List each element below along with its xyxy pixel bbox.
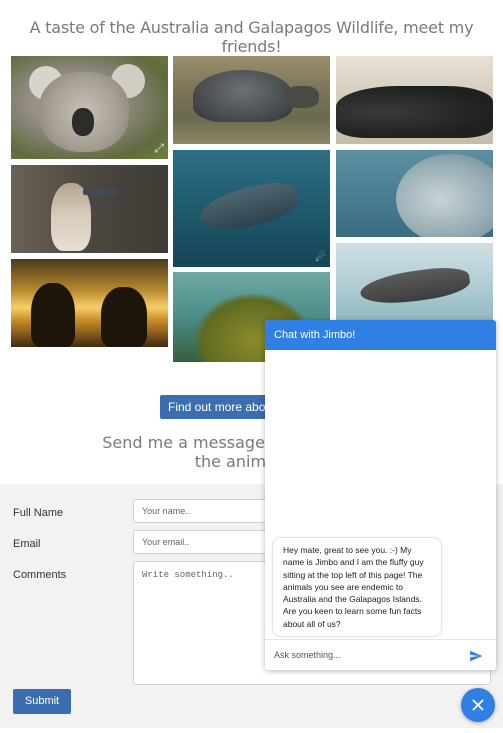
chat-input[interactable]: Ask something... xyxy=(274,640,341,670)
chat-close-button[interactable] xyxy=(461,688,495,722)
photo-manta-ray[interactable] xyxy=(336,150,493,237)
comments-label: Comments xyxy=(13,569,67,581)
chat-header: Chat with Jimbo! xyxy=(265,320,496,350)
submit-button[interactable]: Submit xyxy=(13,689,71,714)
chat-input-bar: Ask something... xyxy=(265,639,496,670)
send-icon[interactable] xyxy=(469,649,483,663)
full-name-label: Full Name xyxy=(13,507,64,519)
photo-koala[interactable]: ⤢ xyxy=(11,56,168,159)
page-title: A taste of the Australia and Galapagos W… xyxy=(29,18,474,56)
photo-sea-lions-sunset[interactable] xyxy=(11,259,168,347)
photo-whale-shark[interactable]: ☄ xyxy=(173,150,330,267)
swimmer-icon: ☄ xyxy=(315,250,326,264)
photo-reef-shark[interactable] xyxy=(336,243,493,328)
chat-window: Chat with Jimbo! Hey mate, great to see … xyxy=(265,320,496,670)
close-icon xyxy=(472,699,484,711)
chat-message-bubble: Hey mate, great to see you. :-) My name … xyxy=(272,537,442,638)
expand-icon: ⤢ xyxy=(154,141,164,155)
email-label: Email xyxy=(13,538,41,550)
photo-marine-iguana[interactable] xyxy=(336,56,493,144)
photo-giant-tortoise[interactable] xyxy=(173,56,330,144)
photo-blue-footed-booby[interactable] xyxy=(11,165,168,253)
